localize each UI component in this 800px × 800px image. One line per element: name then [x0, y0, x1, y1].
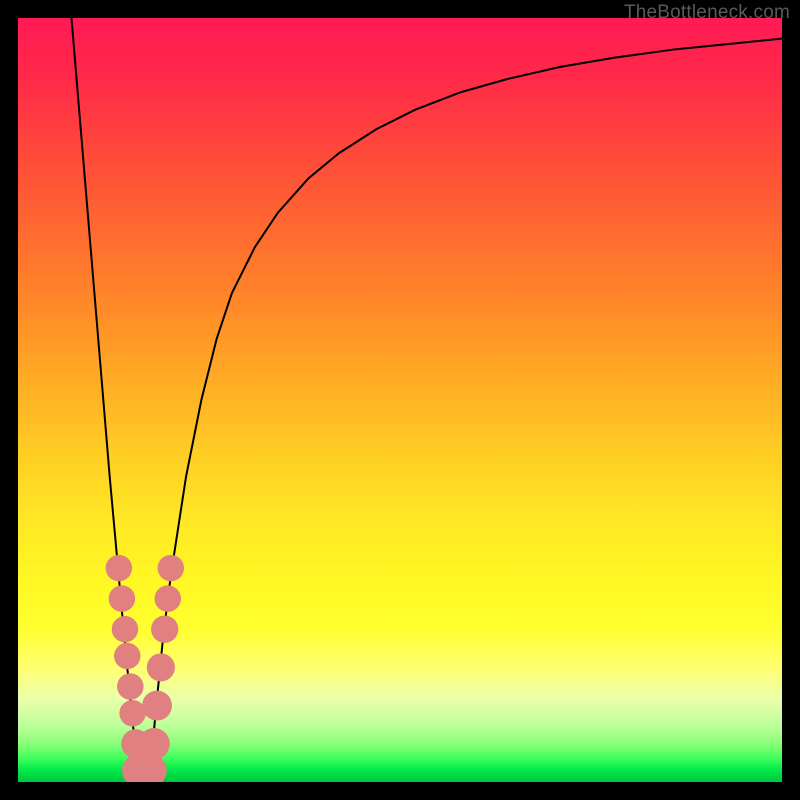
chart-frame: TheBottleneck.com [0, 0, 800, 800]
marker-point [106, 555, 132, 581]
marker-point [119, 700, 145, 726]
marker-point [155, 585, 181, 611]
plot-area [18, 18, 782, 782]
curves-layer [18, 18, 782, 782]
marker-point [142, 691, 172, 721]
marker-point [147, 653, 175, 681]
marker-point [117, 673, 143, 699]
marker-point [114, 643, 140, 669]
marker-point [151, 616, 178, 643]
marker-point [112, 616, 138, 642]
watermark-text: TheBottleneck.com [624, 2, 790, 24]
marker-point [158, 555, 184, 581]
curve-right-branch [149, 39, 782, 782]
marker-point [109, 585, 135, 611]
marker-point [138, 728, 170, 760]
